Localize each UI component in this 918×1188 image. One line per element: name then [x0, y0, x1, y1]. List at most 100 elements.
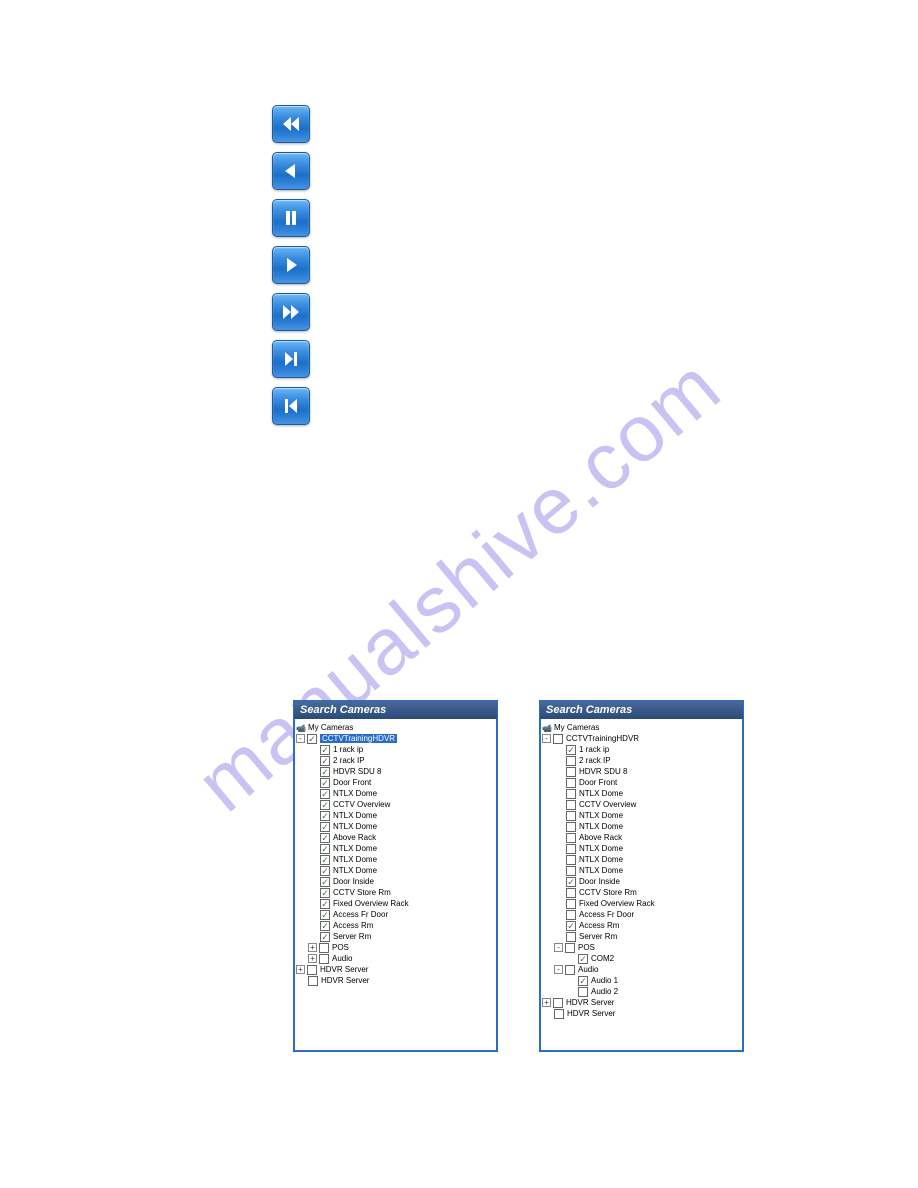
expand-toggle-icon[interactable]: +	[308, 943, 317, 952]
checkbox[interactable]	[566, 910, 576, 920]
tree-camera-item[interactable]: NTLX Dome	[542, 810, 741, 821]
checkbox[interactable]	[566, 932, 576, 942]
tree-pos-child[interactable]: ✓COM2	[542, 953, 741, 964]
tree-camera-item[interactable]: ✓Door Inside	[296, 876, 495, 887]
expand-toggle-icon[interactable]: +	[296, 965, 305, 974]
tree-camera-item[interactable]: ✓Door Inside	[542, 876, 741, 887]
tree-camera-item[interactable]: ✓NTLX Dome	[296, 854, 495, 865]
checkbox[interactable]	[553, 734, 563, 744]
checkbox[interactable]: ✓	[320, 811, 330, 821]
checkbox[interactable]: ✓	[578, 954, 588, 964]
tree-server-node[interactable]: +HDVR Server	[296, 964, 495, 975]
expand-toggle-icon[interactable]: -	[542, 734, 551, 743]
tree-camera-item[interactable]: NTLX Dome	[542, 865, 741, 876]
tree-pos-node[interactable]: -POS	[542, 942, 741, 953]
tree-camera-item[interactable]: NTLX Dome	[542, 843, 741, 854]
pause-button[interactable]	[272, 199, 310, 237]
tree-camera-item[interactable]: Server Rm	[542, 931, 741, 942]
tree-camera-item[interactable]: NTLX Dome	[542, 821, 741, 832]
checkbox[interactable]: ✓	[320, 767, 330, 777]
tree-camera-item[interactable]: ✓Server Rm	[296, 931, 495, 942]
tree-camera-item[interactable]: Access Fr Door	[542, 909, 741, 920]
tree-audio-node[interactable]: +Audio	[296, 953, 495, 964]
rewind-button[interactable]	[272, 105, 310, 143]
checkbox[interactable]: ✓	[566, 745, 576, 755]
checkbox[interactable]: ✓	[320, 855, 330, 865]
checkbox[interactable]	[566, 778, 576, 788]
checkbox[interactable]: ✓	[320, 866, 330, 876]
tree-root[interactable]: 📹My Cameras	[542, 722, 741, 733]
checkbox[interactable]: ✓	[578, 976, 588, 986]
expand-toggle-icon[interactable]: +	[542, 998, 551, 1007]
tree-camera-item[interactable]: ✓2 rack IP	[296, 755, 495, 766]
tree-camera-item[interactable]: ✓Access Rm	[296, 920, 495, 931]
checkbox[interactable]: ✓	[320, 789, 330, 799]
tree-camera-item[interactable]: ✓HDVR SDU 8	[296, 766, 495, 777]
checkbox[interactable]: ✓	[320, 833, 330, 843]
checkbox[interactable]	[319, 954, 329, 964]
checkbox[interactable]	[566, 899, 576, 909]
checkbox[interactable]: ✓	[320, 888, 330, 898]
tree-camera-item[interactable]: ✓1 rack ip	[542, 744, 741, 755]
tree-server-node[interactable]: HDVR Server	[542, 1008, 741, 1019]
tree-server-node[interactable]: -✓CCTVTrainingHDVR	[296, 733, 495, 744]
fast-forward-button[interactable]	[272, 293, 310, 331]
checkbox[interactable]	[554, 1009, 564, 1019]
checkbox[interactable]	[566, 767, 576, 777]
checkbox[interactable]: ✓	[320, 921, 330, 931]
checkbox[interactable]: ✓	[320, 822, 330, 832]
tree-camera-item[interactable]: ✓NTLX Dome	[296, 865, 495, 876]
checkbox[interactable]	[566, 888, 576, 898]
tree-root[interactable]: 📹My Cameras	[296, 722, 495, 733]
checkbox[interactable]	[566, 866, 576, 876]
tree-server-node[interactable]: +HDVR Server	[542, 997, 741, 1008]
tree-camera-item[interactable]: HDVR SDU 8	[542, 766, 741, 777]
checkbox[interactable]: ✓	[320, 778, 330, 788]
checkbox[interactable]: ✓	[320, 932, 330, 942]
checkbox[interactable]	[308, 976, 318, 986]
play-button[interactable]	[272, 246, 310, 284]
tree-camera-item[interactable]: ✓1 rack ip	[296, 744, 495, 755]
tree-camera-item[interactable]: NTLX Dome	[542, 854, 741, 865]
tree-camera-item[interactable]: ✓Access Fr Door	[296, 909, 495, 920]
checkbox[interactable]	[565, 943, 575, 953]
checkbox[interactable]	[553, 998, 563, 1008]
tree-server-node[interactable]: HDVR Server	[296, 975, 495, 986]
tree-camera-item[interactable]: ✓NTLX Dome	[296, 810, 495, 821]
tree-camera-item[interactable]: ✓Fixed Overview Rack	[296, 898, 495, 909]
tree-camera-item[interactable]: ✓CCTV Overview	[296, 799, 495, 810]
checkbox[interactable]: ✓	[320, 877, 330, 887]
checkbox[interactable]	[566, 855, 576, 865]
expand-toggle-icon[interactable]: -	[554, 965, 563, 974]
tree-camera-item[interactable]: ✓CCTV Store Rm	[296, 887, 495, 898]
checkbox[interactable]: ✓	[566, 921, 576, 931]
step-back-button[interactable]	[272, 152, 310, 190]
tree-camera-item[interactable]: ✓Door Front	[296, 777, 495, 788]
checkbox[interactable]: ✓	[320, 910, 330, 920]
checkbox[interactable]	[566, 822, 576, 832]
tree-server-node[interactable]: -CCTVTrainingHDVR	[542, 733, 741, 744]
tree-camera-item[interactable]: CCTV Store Rm	[542, 887, 741, 898]
checkbox[interactable]	[566, 789, 576, 799]
tree-camera-item[interactable]: ✓Above Rack	[296, 832, 495, 843]
checkbox[interactable]	[566, 833, 576, 843]
skip-back-button[interactable]	[272, 387, 310, 425]
tree-camera-item[interactable]: 2 rack IP	[542, 755, 741, 766]
checkbox[interactable]	[566, 844, 576, 854]
checkbox[interactable]: ✓	[320, 899, 330, 909]
checkbox[interactable]	[566, 811, 576, 821]
checkbox[interactable]	[307, 965, 317, 975]
tree-camera-item[interactable]: CCTV Overview	[542, 799, 741, 810]
tree-camera-item[interactable]: ✓Access Rm	[542, 920, 741, 931]
tree-audio-node[interactable]: -Audio	[542, 964, 741, 975]
checkbox[interactable]: ✓	[320, 844, 330, 854]
tree-camera-item[interactable]: ✓NTLX Dome	[296, 843, 495, 854]
expand-toggle-icon[interactable]: -	[554, 943, 563, 952]
checkbox[interactable]	[566, 800, 576, 810]
tree-audio-child[interactable]: Audio 2	[542, 986, 741, 997]
checkbox[interactable]	[578, 987, 588, 997]
skip-forward-button[interactable]	[272, 340, 310, 378]
tree-camera-item[interactable]: Fixed Overview Rack	[542, 898, 741, 909]
checkbox[interactable]: ✓	[320, 800, 330, 810]
tree-pos-node[interactable]: +POS	[296, 942, 495, 953]
